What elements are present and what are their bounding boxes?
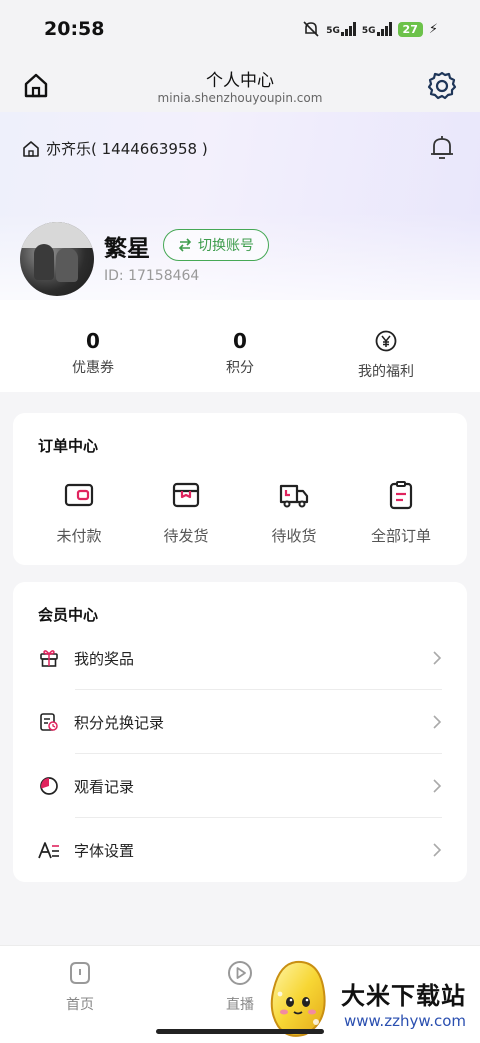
page-header: 个人中心 minia.shenzhouyoupin.com bbox=[0, 60, 480, 112]
home-nav-icon bbox=[70, 962, 90, 984]
stat-my-welfare[interactable]: 我的福利 bbox=[316, 328, 456, 381]
stat-points[interactable]: 0 积分 bbox=[170, 328, 310, 377]
avatar[interactable] bbox=[20, 222, 94, 296]
charging-icon: ⚡ bbox=[428, 21, 438, 37]
swap-icon bbox=[178, 238, 192, 252]
network-type-1: 5G bbox=[326, 26, 340, 36]
coupons-label: 优惠券 bbox=[72, 360, 114, 376]
watermark-url: www.zzhyw.com bbox=[344, 1012, 467, 1030]
order-to-receive-label: 待收货 bbox=[271, 527, 317, 545]
switch-account-button[interactable]: 切换账号 bbox=[163, 229, 269, 261]
order-center-card: 订单中心 未付款 待发货 待收货 全部订单 bbox=[13, 413, 467, 565]
status-bar: 20:58 5G 5G 27 ⚡ bbox=[0, 0, 480, 60]
points-count: 0 bbox=[233, 329, 247, 353]
yen-coin-icon bbox=[375, 330, 397, 352]
user-id: ID: 17158464 bbox=[104, 268, 200, 284]
chevron-right-icon bbox=[433, 779, 442, 793]
clipboard-icon bbox=[389, 481, 413, 510]
signal-2-icon: 5G bbox=[362, 22, 392, 36]
points-exchange-record-label: 积分兑换记录 bbox=[74, 713, 165, 732]
watermark-title: 大米下载站 bbox=[341, 982, 466, 1010]
order-to-receive[interactable]: 待收货 bbox=[244, 479, 344, 546]
network-type-2: 5G bbox=[361, 26, 376, 36]
play-icon bbox=[228, 961, 252, 985]
coupons-count: 0 bbox=[86, 329, 100, 353]
status-time: 20:58 bbox=[44, 18, 105, 40]
gear-icon[interactable] bbox=[426, 70, 458, 102]
order-center-title: 订单中心 bbox=[38, 437, 99, 455]
signal-1-icon: 5G bbox=[326, 22, 356, 36]
points-label: 积分 bbox=[226, 360, 254, 376]
store-selector[interactable]: 亦齐乐( 1444663958 ) bbox=[22, 138, 208, 159]
username: 繁星 bbox=[104, 236, 150, 262]
rice-mascot-logo bbox=[270, 960, 326, 1037]
switch-account-label: 切换账号 bbox=[198, 238, 254, 254]
store-home-icon bbox=[23, 140, 39, 157]
font-settings-label: 字体设置 bbox=[74, 841, 135, 860]
nav-home-label: 首页 bbox=[66, 997, 94, 1013]
menu-item-font-settings[interactable]: 字体设置 bbox=[38, 818, 442, 882]
menu-item-my-prizes[interactable]: 我的奖品 bbox=[38, 626, 442, 690]
battery-icon: 27 bbox=[397, 21, 423, 37]
chevron-right-icon bbox=[433, 651, 442, 665]
notification-bell-icon[interactable] bbox=[428, 133, 456, 163]
order-to-ship-label: 待发货 bbox=[163, 527, 209, 545]
order-unpaid-label: 未付款 bbox=[56, 527, 102, 545]
pie-chart-icon bbox=[40, 777, 58, 795]
gift-icon bbox=[40, 650, 58, 667]
my-prizes-label: 我的奖品 bbox=[74, 649, 135, 668]
status-icons: 5G 5G 27 ⚡ bbox=[302, 20, 438, 38]
chevron-right-icon bbox=[433, 843, 442, 857]
store-name: 亦齐乐( 1444663958 ) bbox=[46, 140, 208, 158]
wallet-icon bbox=[64, 483, 94, 507]
order-to-ship[interactable]: 待发货 bbox=[136, 479, 236, 546]
order-all[interactable]: 全部订单 bbox=[351, 479, 451, 546]
page-url: minia.shenzhouyoupin.com bbox=[157, 91, 323, 105]
member-center-title: 会员中心 bbox=[38, 606, 99, 624]
chevron-right-icon bbox=[433, 715, 442, 729]
truck-icon bbox=[279, 484, 309, 508]
stat-coupons[interactable]: 0 优惠券 bbox=[23, 328, 163, 377]
menu-item-points-exchange-record[interactable]: 积分兑换记录 bbox=[38, 690, 442, 754]
my-welfare-label: 我的福利 bbox=[358, 364, 414, 380]
page-title: 个人中心 bbox=[206, 71, 274, 91]
menu-item-watch-history[interactable]: 观看记录 bbox=[38, 754, 442, 818]
package-icon bbox=[172, 482, 200, 508]
mute-bell-icon bbox=[303, 21, 319, 37]
home-indicator[interactable] bbox=[156, 1029, 324, 1034]
member-center-card: 会员中心 我的奖品 积分兑换记录 观看记录 字体设置 bbox=[13, 582, 467, 882]
nav-home[interactable]: 首页 bbox=[40, 958, 120, 1014]
watch-history-label: 观看记录 bbox=[74, 777, 135, 796]
order-all-label: 全部订单 bbox=[370, 527, 431, 545]
font-icon bbox=[38, 842, 59, 859]
order-unpaid[interactable]: 未付款 bbox=[29, 479, 129, 546]
exchange-record-icon bbox=[40, 713, 58, 731]
